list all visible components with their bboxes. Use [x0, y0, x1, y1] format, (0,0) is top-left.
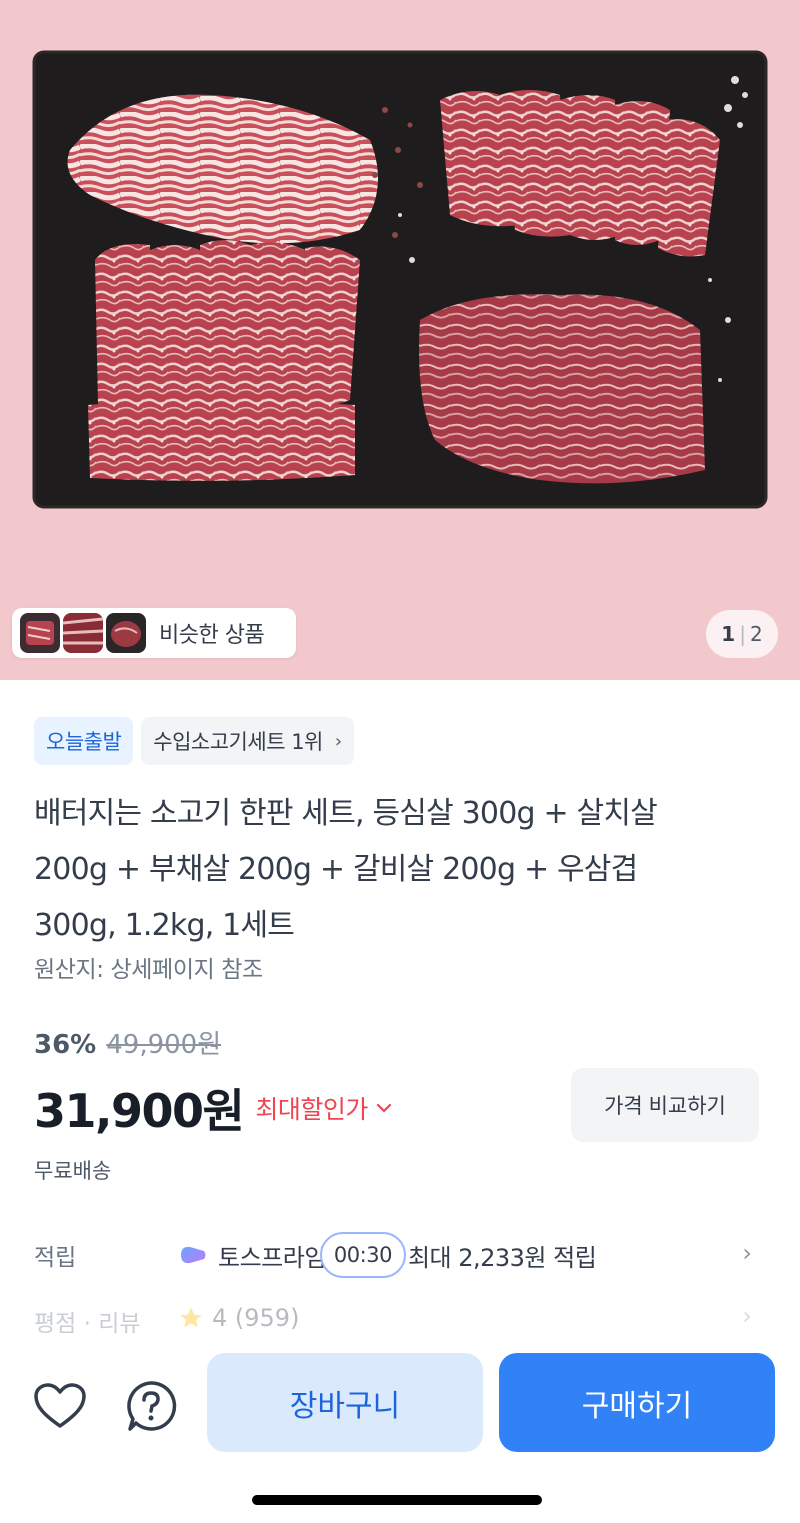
page-separator: |: [739, 622, 746, 646]
similar-thumb-1: [20, 613, 60, 653]
reward-content: 토스프라임 00:30 최대 2,233원 적립: [178, 1232, 597, 1278]
heart-icon: [34, 1383, 86, 1428]
image-page-indicator: 1 | 2: [706, 610, 778, 658]
product-image-gallery[interactable]: 비슷한 상품 1 | 2: [0, 0, 800, 680]
similar-thumb-2: [63, 613, 103, 653]
add-to-cart-button[interactable]: 장바구니: [207, 1353, 483, 1452]
reward-label: 적립: [34, 1245, 77, 1271]
question-icon: [127, 1381, 177, 1431]
product-tags: 오늘출발 수입소고기세트 1위 ›: [34, 717, 354, 765]
product-title-line-2: 200g + 부채살 200g + 갈비살 200g + 우삼겹: [34, 852, 638, 887]
shipping-info: 무료배송: [34, 1159, 112, 1183]
ranking-tag[interactable]: 수입소고기세트 1위 ›: [141, 717, 354, 765]
reward-timer: 00:30: [319, 1232, 406, 1278]
compare-price-button[interactable]: 가격 비교하기: [571, 1068, 759, 1142]
buy-now-button[interactable]: 구매하기: [499, 1353, 775, 1452]
discount-row: 36% 49,900원: [34, 1024, 221, 1061]
review-row[interactable]: 평점 · 리뷰 4 (959) ›: [0, 1300, 800, 1340]
chevron-right-icon: ›: [334, 730, 342, 752]
original-price: 49,900원: [106, 1030, 222, 1060]
chevron-right-icon: ›: [742, 1239, 752, 1267]
similar-products-label: 비슷한 상품: [159, 623, 265, 648]
chevron-right-icon: ›: [742, 1302, 752, 1330]
product-title: 배터지는 소고기 한판 세트, 등심살 300g + 살치살 200g + 부채…: [34, 786, 774, 954]
reward-text: 최대 2,233원 적립: [407, 1243, 597, 1272]
bottom-action-bar: 장바구니 구매하기: [0, 1340, 800, 1523]
max-discount-label: 최대할인가: [255, 1095, 368, 1124]
sale-price: 31,900원: [34, 1084, 245, 1138]
product-photo: [0, 0, 800, 680]
similar-thumb-3: [106, 613, 146, 653]
today-shipping-tag: 오늘출발: [34, 717, 134, 765]
reward-program: 토스프라임: [218, 1243, 326, 1272]
review-rating: 4 (959): [178, 1304, 299, 1332]
product-title-line-1: 배터지는 소고기 한판 세트, 등심살 300g + 살치살: [34, 796, 658, 831]
review-label: 평점 · 리뷰: [34, 1311, 141, 1337]
star-icon: [180, 1307, 202, 1328]
help-button[interactable]: [123, 1378, 179, 1434]
review-rating-value: 4 (959): [212, 1304, 300, 1332]
toss-prime-icon: [181, 1246, 206, 1264]
ranking-tag-label: 수입소고기세트 1위: [153, 730, 323, 754]
product-origin: 원산지: 상세페이지 참조: [34, 957, 263, 983]
page-total: 2: [749, 622, 763, 646]
max-discount-toggle[interactable]: 최대할인가: [255, 1090, 392, 1126]
chevron-down-icon: [376, 1103, 391, 1113]
page-current: 1: [721, 622, 736, 646]
similar-products-button[interactable]: 비슷한 상품: [12, 608, 296, 658]
wishlist-button[interactable]: [32, 1378, 88, 1434]
price-row: 31,900원 최대할인가: [34, 1075, 392, 1141]
product-title-line-3: 300g, 1.2kg, 1세트: [34, 908, 295, 943]
discount-rate: 36%: [34, 1030, 97, 1060]
home-indicator: [252, 1495, 542, 1505]
reward-row[interactable]: 적립 토스프라임 00:30 최대 2,233원 적립 ›: [0, 1225, 800, 1287]
